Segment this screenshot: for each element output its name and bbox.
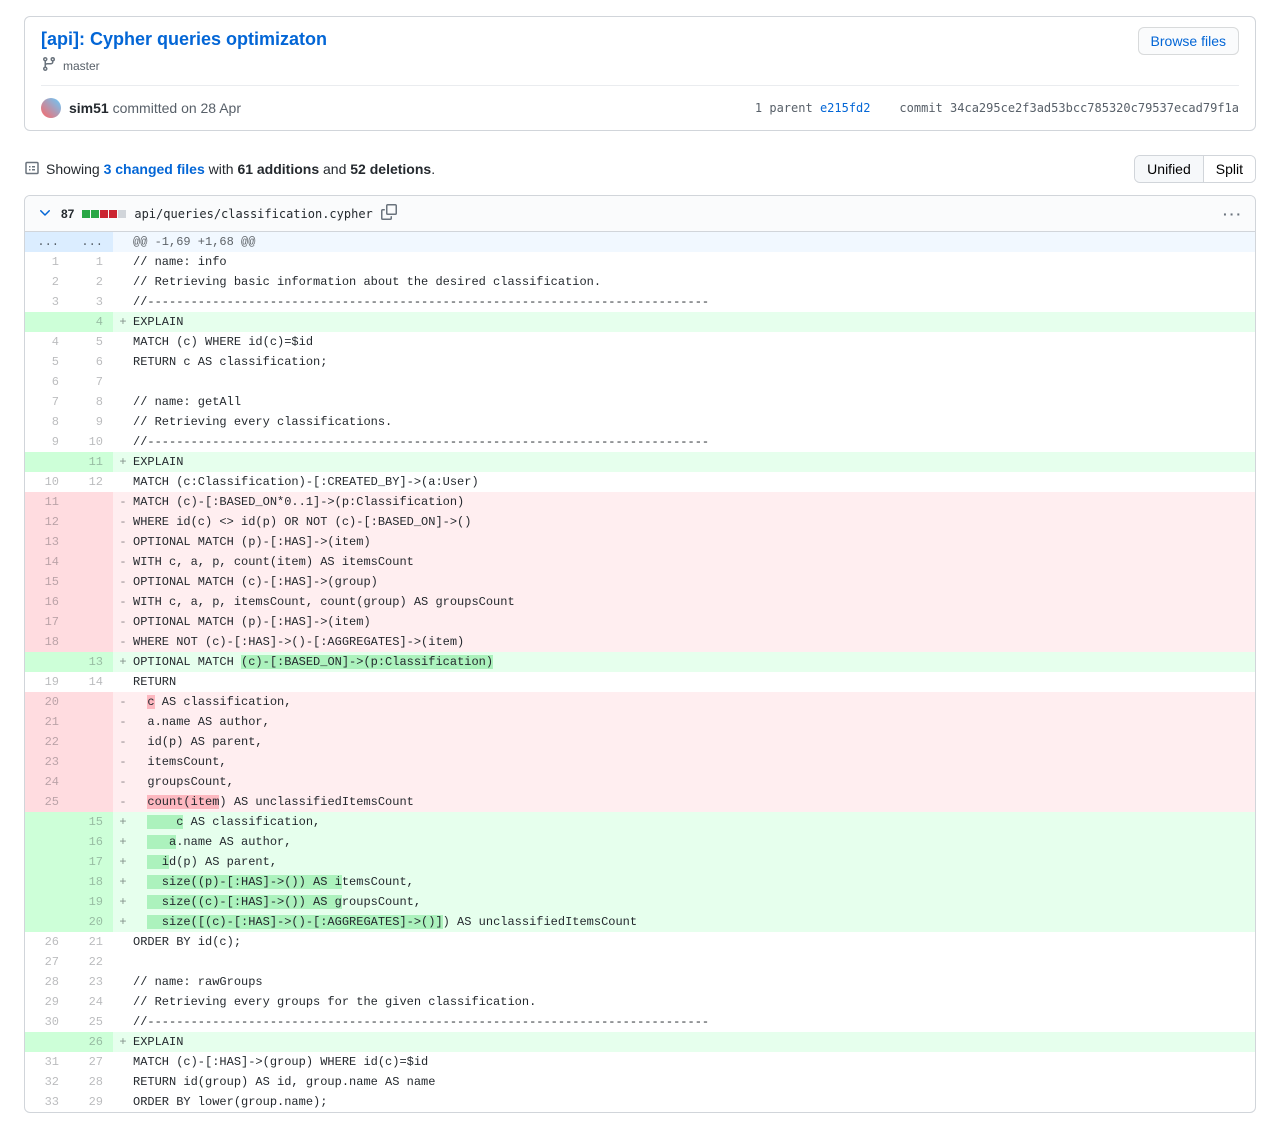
diff-row: 33 //-----------------------------------… [25,292,1255,312]
commit-sha: 34ca295ce2f3ad53bcc785320c79537ecad79f1a [950,101,1239,115]
diff-row: 16+ a.name AS author, [25,832,1255,852]
diff-row: 11-MATCH (c)-[:BASED_ON*0..1]->(p:Classi… [25,492,1255,512]
and-label: and [323,161,346,177]
diff-row: 25- count(item) AS unclassifiedItemsCoun… [25,792,1255,812]
diff-row: 20+ size([(c)-[:HAS]->()-[:AGGREGATES]->… [25,912,1255,932]
diff-row: 2621 ORDER BY id(c); [25,932,1255,952]
diff-row: 22 // Retrieving basic information about… [25,272,1255,292]
diff-row: 1914 RETURN [25,672,1255,692]
deletions-count: 52 deletions [350,161,431,177]
diff-row: 11+EXPLAIN [25,452,1255,472]
author-avatar[interactable] [41,98,61,118]
diff-row: 24- groupsCount, [25,772,1255,792]
copy-path-icon[interactable] [381,204,397,223]
view-toggle: Unified Split [1134,155,1256,183]
diff-row: 17+ id(p) AS parent, [25,852,1255,872]
diff-row: 89 // Retrieving every classifications. [25,412,1255,432]
diff-row: 2823 // name: rawGroups [25,972,1255,992]
diff-row: 21- a.name AS author, [25,712,1255,732]
branch-icon [41,56,57,75]
file-change-count: 87 [61,207,74,221]
diff-row: 56 RETURN c AS classification; [25,352,1255,372]
diff-row: 2924 // Retrieving every groups for the … [25,992,1255,1012]
period: . [431,161,435,177]
commit-date: on 28 Apr [181,100,241,116]
diff-row: 13-OPTIONAL MATCH (p)-[:HAS]->(item) [25,532,1255,552]
diff-row: 18+ size((p)-[:HAS]->()) AS itemsCount, [25,872,1255,892]
diff-row: 17-OPTIONAL MATCH (p)-[:HAS]->(item) [25,612,1255,632]
diff-row: 3329 ORDER BY lower(group.name); [25,1092,1255,1112]
commit-header: Browse files [api]: Cypher queries optim… [24,16,1256,131]
parent-label: 1 parent [755,101,813,115]
diff-row: 67 [25,372,1255,392]
split-button[interactable]: Split [1203,156,1255,182]
showing-label: Showing [46,161,100,177]
diff-row: 16-WITH c, a, p, itemsCount, count(group… [25,592,1255,612]
diff-table: ...... @@ -1,69 +1,68 @@ 11 // name: inf… [25,232,1255,1112]
commit-title: [api]: Cypher queries optimizaton [41,29,1239,50]
file-diff: 87 api/queries/classification.cypher ···… [24,195,1256,1113]
diff-row: 3025 //---------------------------------… [25,1012,1255,1032]
branch-name: master [63,59,100,73]
browse-files-button[interactable]: Browse files [1138,27,1239,55]
diff-row: 15+ c AS classification, [25,812,1255,832]
diff-row: 20- c AS classification, [25,692,1255,712]
hunk-text: @@ -1,69 +1,68 @@ [133,232,1255,252]
committed-label: committed [113,100,178,116]
diff-row: 14-WITH c, a, p, count(item) AS itemsCou… [25,552,1255,572]
diff-row: 12-WHERE id(c) <> id(p) OR NOT (c)-[:BAS… [25,512,1255,532]
diff-row: 18-WHERE NOT (c)-[:HAS]->()-[:AGGREGATES… [25,632,1255,652]
diff-row: 22- id(p) AS parent, [25,732,1255,752]
diff-row: 15-OPTIONAL MATCH (c)-[:HAS]->(group) [25,572,1255,592]
author-name[interactable]: sim51 [69,100,109,116]
file-path: api/queries/classification.cypher [134,207,372,221]
diff-row: 26+EXPLAIN [25,1032,1255,1052]
diff-row: 78 // name: getAll [25,392,1255,412]
diff-row: 19+ size((c)-[:HAS]->()) AS groupsCount, [25,892,1255,912]
diff-icon [24,160,40,179]
diff-stat-blocks [82,210,126,218]
with-label: with [209,161,234,177]
diff-row: 23- itemsCount, [25,752,1255,772]
diff-row: 1012 MATCH (c:Classification)-[:CREATED_… [25,472,1255,492]
commit-label: commit [899,101,942,115]
file-actions-menu[interactable]: ··· [1223,206,1243,222]
diff-row: 910 //----------------------------------… [25,432,1255,452]
changed-files-link[interactable]: 3 changed files [104,161,205,177]
additions-count: 61 additions [237,161,319,177]
diff-row: 45 MATCH (c) WHERE id(c)=$id [25,332,1255,352]
hunk-header: ...... @@ -1,69 +1,68 @@ [25,232,1255,252]
diff-row: 3127 MATCH (c)-[:HAS]->(group) WHERE id(… [25,1052,1255,1072]
parent-sha-link[interactable]: e215fd2 [820,101,871,115]
diff-row: 13+OPTIONAL MATCH (c)-[:BASED_ON]->(p:Cl… [25,652,1255,672]
diff-row: 11 // name: info [25,252,1255,272]
diff-row: 2722 [25,952,1255,972]
collapse-toggle[interactable] [37,204,53,223]
diff-row: 3228 RETURN id(group) AS id, group.name … [25,1072,1255,1092]
unified-button[interactable]: Unified [1135,156,1203,182]
diff-row: 4+EXPLAIN [25,312,1255,332]
